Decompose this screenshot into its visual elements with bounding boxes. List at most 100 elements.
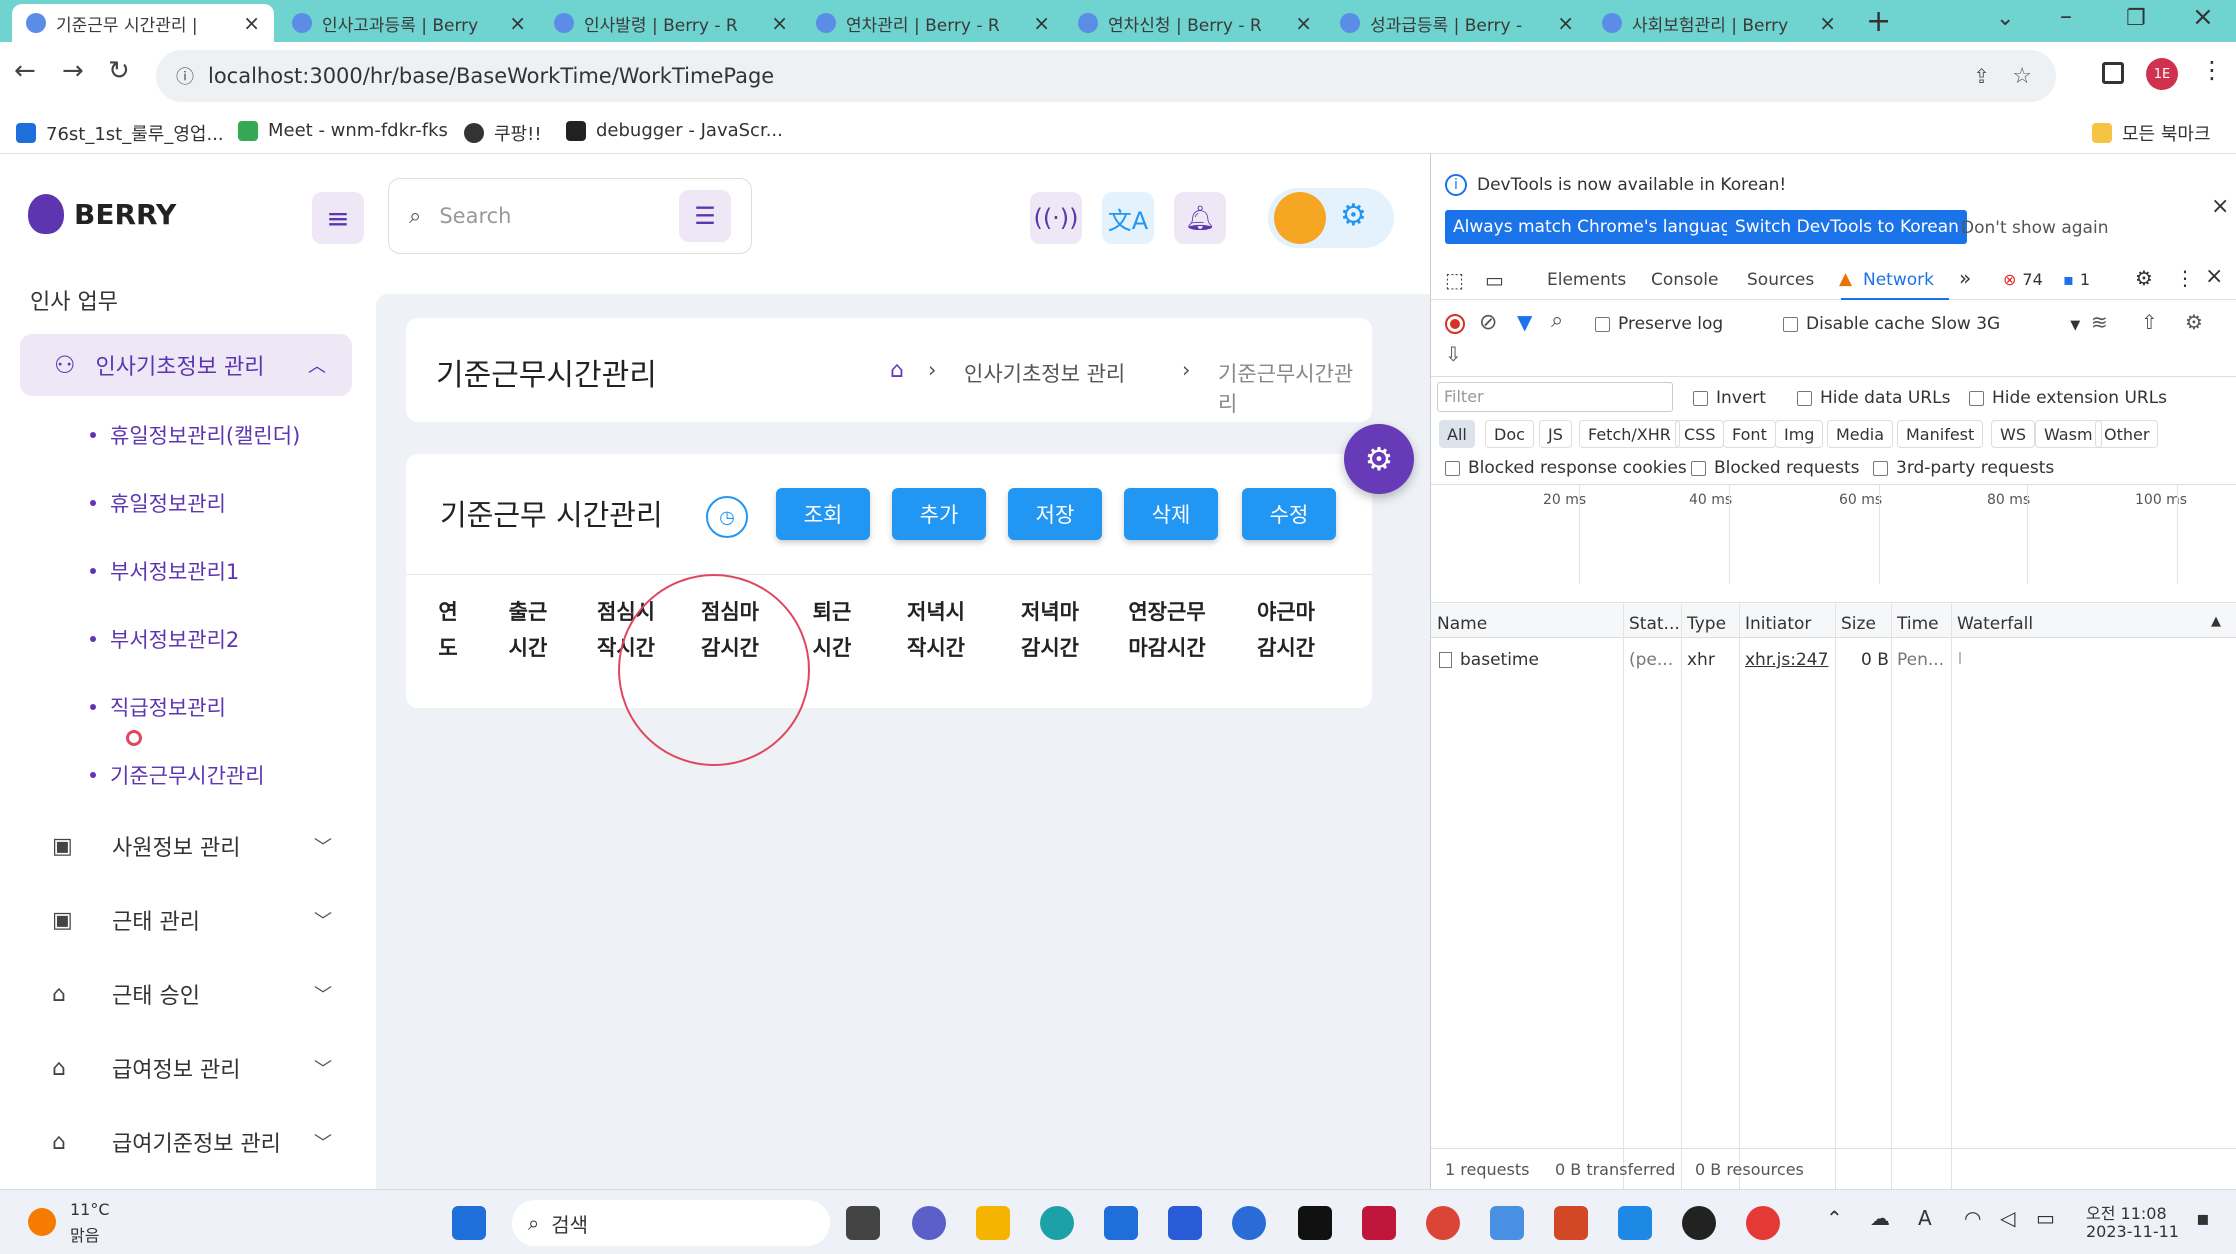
close-icon[interactable]: × [1295,11,1312,35]
import-har-icon[interactable]: ⇧ [2141,310,2158,334]
browser-tab[interactable]: 연차신청 | Berry - R × [1064,4,1326,42]
close-icon[interactable]: × [1557,11,1574,35]
preserve-log-checkbox[interactable]: Preserve log [1595,314,1723,334]
filter-input[interactable]: Filter [1437,382,1673,412]
type-filter-ws[interactable]: WS [1991,420,2035,448]
sidebar-item-employee[interactable]: ▣ 사원정보 관리 ﹀ [52,830,332,862]
new-tab-plus-icon[interactable]: + [1866,4,1891,39]
tab-search-chevron-icon[interactable]: ⌄ [1996,6,2014,31]
search-button[interactable]: 조회 [776,488,870,540]
type-filter-css[interactable]: CSS [1675,420,1725,448]
sidebar-item-salary-base[interactable]: ⌂ 급여기준정보 관리 ﹀ [52,1126,332,1158]
bookmark-item[interactable]: Meet - wnm-fdkr-fks [238,120,448,141]
media-player-icon[interactable] [1682,1206,1716,1240]
column-name[interactable]: Name [1437,614,1487,634]
bookmark-item[interactable]: 76st_1st_룰루_영업... [16,120,224,146]
edge-icon[interactable] [1040,1206,1074,1240]
tab-console[interactable]: Console [1651,270,1719,290]
edit-button[interactable]: 수정 [1242,488,1336,540]
clock-time[interactable]: 오전 11:08 [2086,1200,2167,1224]
sidebar-subitem[interactable]: 직급정보관리 [90,692,226,722]
breadcrumb-link[interactable]: 인사기초정보 관리 [964,358,1125,388]
app-icon[interactable] [1232,1206,1266,1240]
menu-toggle-button[interactable]: ≡ [312,192,364,244]
blocked-cookies-checkbox[interactable]: Blocked response cookies [1445,458,1687,478]
network-tray-icon[interactable]: ☁ [1870,1206,1890,1230]
close-icon[interactable]: × [2211,194,2229,219]
add-button[interactable]: 추가 [892,488,986,540]
brand-logo[interactable]: BERRY [28,194,176,234]
tray-chevron-up-icon[interactable]: ⌃ [1826,1206,1843,1230]
delete-button[interactable]: 삭제 [1124,488,1218,540]
tab-elements[interactable]: Elements [1547,270,1626,290]
clock-date[interactable]: 2023-11-11 [2086,1222,2179,1241]
minimize-icon[interactable]: – [2060,2,2072,30]
column-size[interactable]: Size [1841,614,1876,634]
language-button[interactable]: 文A [1102,192,1154,244]
settings-fab-button[interactable]: ⚙ [1344,424,1414,494]
dont-show-again-button[interactable]: Don't show again [1961,218,2108,238]
search-icon[interactable]: ⌕ [1551,308,1563,333]
always-match-language-button[interactable]: Always match Chrome's language [1445,210,1750,244]
volume-icon[interactable]: ◁ [2000,1206,2015,1230]
sidebar-item-salary[interactable]: ⌂ 급여정보 관리 ﹀ [52,1052,332,1084]
weather-sun-icon[interactable] [28,1208,56,1236]
close-icon[interactable]: × [509,11,526,35]
notification-bell-icon[interactable]: ▪ [2196,1206,2210,1230]
record-icon[interactable] [1445,314,1465,334]
request-name-cell[interactable]: basetime [1439,650,1539,670]
message-counter[interactable]: ▪ 1 [2063,270,2090,289]
avatar[interactable] [1274,192,1326,244]
type-filter-fetch[interactable]: Fetch/XHR [1579,420,1680,448]
type-filter-all[interactable]: All [1439,420,1475,448]
close-icon[interactable]: × [1819,11,1836,35]
table-row[interactable] [1431,642,2236,672]
inspect-element-icon[interactable]: ⬚ [1445,268,1464,292]
restore-icon[interactable]: ❐ [2126,6,2146,31]
profile-avatar[interactable]: 1E [2146,58,2178,90]
switch-to-korean-button[interactable]: Switch DevTools to Korean [1727,210,1967,244]
home-icon[interactable]: ⌂ [890,358,904,383]
disable-cache-checkbox[interactable]: Disable cache [1783,314,1925,334]
all-bookmarks[interactable]: 모든 북마크 [2092,120,2211,146]
close-devtools-icon[interactable]: × [2205,264,2223,289]
chrome-icon[interactable] [1426,1206,1460,1240]
sidebar-item-attendance[interactable]: ▣ 근태 관리 ﹀ [52,904,332,936]
sidebar-item-hr-base-info[interactable]: ⚇ 인사기초정보 관리 ︿ [20,334,352,396]
clear-icon[interactable]: ⊘ [1479,310,1497,335]
wifi-icon[interactable]: ◠ [1964,1206,1981,1230]
sidebar-subitem[interactable]: 휴일정보관리(캘린더) [90,420,300,450]
sidebar-subitem[interactable]: 부서정보관리2 [90,624,239,654]
url-bar[interactable]: ⓘ localhost:3000/hr/base/BaseWorkTime/Wo… [156,50,2056,102]
network-settings-icon[interactable]: ⚙ [2185,310,2203,334]
window-close-icon[interactable]: × [2192,2,2214,32]
share-icon[interactable]: ⇪ [1973,64,1990,88]
type-filter-manifest[interactable]: Manifest [1897,420,1984,448]
gear-icon[interactable]: ⚙ [1340,198,1367,233]
hide-data-urls-checkbox[interactable]: Hide data URLs [1797,388,1950,408]
more-tabs-icon[interactable]: » [1959,266,1971,290]
column-time[interactable]: Time [1897,614,1939,634]
settings-icon[interactable]: ⚙ [2135,266,2153,290]
bookmark-item[interactable]: 쿠팡!! [464,120,542,146]
task-view-icon[interactable] [846,1206,880,1240]
store-icon[interactable] [1168,1206,1202,1240]
type-filter-font[interactable]: Font [1723,420,1776,448]
windows-start-icon[interactable] [452,1206,486,1240]
browser-tab[interactable]: 기준근무 시간관리 | × [12,4,274,42]
blocked-requests-checkbox[interactable]: Blocked requests [1691,458,1860,478]
type-filter-js[interactable]: JS [1539,420,1572,448]
third-party-checkbox[interactable]: 3rd-party requests [1873,458,2054,478]
column-initiator[interactable]: Initiator [1745,614,1811,634]
forward-arrow-icon[interactable]: → [62,56,84,86]
throttle-select[interactable]: Slow 3G ▼ [1931,314,2080,334]
browser-tab[interactable]: 인사발령 | Berry - R × [540,4,802,42]
browser-tab[interactable]: 인사고과등록 | Berry × [278,4,540,42]
save-button[interactable]: 저장 [1008,488,1102,540]
browser-tab[interactable]: 성과급등록 | Berry - × [1326,4,1588,42]
sidebar-subitem[interactable]: 부서정보관리1 [90,556,239,586]
invert-checkbox[interactable]: Invert [1693,388,1766,408]
hide-extension-urls-checkbox[interactable]: Hide extension URLs [1969,388,2167,408]
app-icon[interactable] [1104,1206,1138,1240]
browser-tab[interactable]: 연차관리 | Berry - R × [802,4,1064,42]
